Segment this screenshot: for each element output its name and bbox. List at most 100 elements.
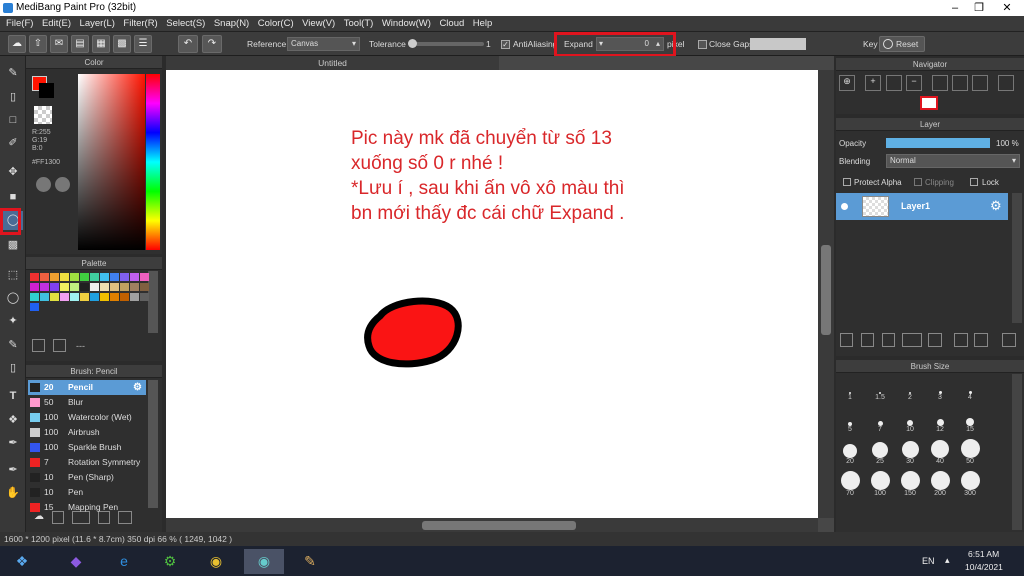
lock-checkbox[interactable] [970,178,978,186]
zoom-icon[interactable]: ⊕ [839,75,855,91]
palette-swatch[interactable] [110,273,119,281]
select-pen-icon[interactable]: ✎ [3,336,23,355]
brush-size-option[interactable]: 15 [956,408,984,433]
menu-edit[interactable]: Edit(E) [36,16,71,32]
layer-add-menu-icon[interactable] [902,333,922,347]
tray-expand-icon[interactable]: ▴ [945,555,950,566]
hue-slider[interactable] [146,74,160,250]
palette-swatch[interactable] [130,293,139,301]
opacity-slider[interactable] [886,138,990,148]
blending-select[interactable]: Normal ▾ [886,154,1020,168]
gear-icon[interactable]: ⚙ [990,198,1002,214]
antialiasing-checkbox[interactable]: ✓ [501,40,510,49]
palette-swatch[interactable] [80,283,89,291]
menu-cloud[interactable]: Cloud [433,16,464,32]
internet-explorer-icon[interactable]: e [104,549,144,574]
magic-wand-icon[interactable]: ✦ [3,312,23,331]
palette-swatch[interactable] [50,273,59,281]
brush-size-scrollbar[interactable] [1012,374,1022,530]
palette-swatch[interactable] [130,273,139,281]
palette-swatch[interactable] [100,283,109,291]
redo-icon[interactable]: ↷ [202,35,222,53]
brush-size-option[interactable]: 5 [836,408,864,433]
menu-filter[interactable]: Filter(R) [117,16,157,32]
palette-swatch[interactable] [40,273,49,281]
palette-swatch[interactable] [70,273,79,281]
rotate-right-icon[interactable] [972,75,988,91]
palette-swatch[interactable] [120,293,129,301]
medibang-taskbar-icon[interactable]: ◉ [244,549,284,574]
clipping-checkbox[interactable] [914,178,922,186]
palette-swatch[interactable] [90,273,99,281]
palette-swatch[interactable] [80,273,89,281]
palette-swatch[interactable] [100,293,109,301]
trash-icon[interactable] [1002,333,1016,347]
palette-swatch[interactable] [60,273,69,281]
brush-size-option[interactable]: 100 [866,471,894,497]
palette-swatch[interactable] [140,283,149,291]
menu-file[interactable]: File(F) [0,16,33,32]
palette-swatch[interactable] [50,293,59,301]
menu-layer[interactable]: Layer(L) [74,16,115,32]
visual-studio-icon[interactable]: ◆ [56,549,96,574]
drawing-canvas[interactable]: Pic này mk đã chuyển từ số 13 xuống số 0… [166,70,818,518]
brush-size-option[interactable]: 30 [896,440,924,465]
palette-swatch[interactable] [40,293,49,301]
palette-swatch[interactable] [50,283,59,291]
brush-tool-icon[interactable]: ✎ [3,64,23,83]
minimize-button[interactable]: – [944,0,966,16]
document-tab[interactable]: Untitled [166,56,499,70]
horizontal-scroll-thumb[interactable] [422,521,576,530]
brush-list-item[interactable]: 50 Blur [28,395,146,410]
eraser-tool-icon[interactable]: ▯ [3,88,23,107]
rotate-left-icon[interactable] [932,75,948,91]
brush-size-option[interactable]: 25 [866,440,894,465]
transparent-swatch[interactable] [34,106,52,124]
duplicate-layer-icon[interactable] [954,333,968,347]
fill-shape-icon[interactable]: ■ [3,188,23,207]
reference-select[interactable]: Canvas ▾ [287,37,360,51]
secondary-color-swatch[interactable] [39,83,54,98]
palette-swatch[interactable] [90,283,99,291]
divide-tool-icon[interactable]: ❖ [3,411,23,430]
grid-icon[interactable]: ▩ [113,35,131,53]
restore-button[interactable]: ❐ [968,0,990,16]
palette-swatch[interactable] [130,283,139,291]
list-icon[interactable]: ☰ [134,35,152,53]
comment-icon[interactable]: ✉ [50,35,68,53]
palette-swatch[interactable] [30,293,39,301]
paint-icon[interactable]: ✎ [290,549,330,574]
reset-button[interactable]: Reset [879,36,925,52]
zoom-out-icon[interactable]: − [906,75,922,91]
new-8bit-layer-icon[interactable] [882,333,895,347]
upload-icon[interactable]: ⇧ [29,35,47,53]
merge-layer-icon[interactable] [974,333,988,347]
palette-swatch[interactable] [30,303,39,311]
brush-list-item[interactable]: 15 Mapping Pen [28,500,146,515]
palette-swatch[interactable] [140,293,149,301]
text-tool-icon[interactable]: T [3,387,23,406]
clock-time[interactable]: 6:51 AM [968,549,999,559]
undo-icon[interactable]: ↶ [178,35,198,53]
menu-snap[interactable]: Snap(N) [208,16,249,32]
palette-swatch[interactable] [120,273,129,281]
eyedropper-icon[interactable]: ✒ [3,434,23,453]
select-tool-icon[interactable]: ⬚ [3,266,23,285]
menu-select[interactable]: Select(S) [160,16,205,32]
chrome-icon[interactable]: ◉ [196,549,236,574]
menu-color[interactable]: Color(C) [252,16,294,32]
navigator-thumbnail[interactable] [920,96,938,110]
language-indicator[interactable]: EN [922,556,935,566]
palette-swatch[interactable] [30,283,39,291]
gear-icon[interactable]: ⚙ [133,380,142,395]
menu-tool[interactable]: Tool(T) [338,16,374,32]
close-gaps-checkbox[interactable] [698,40,707,49]
dot-tool-icon[interactable]: ✐ [3,134,23,153]
eye-icon[interactable] [841,203,848,210]
close-gaps-field[interactable] [750,38,806,50]
menu-help[interactable]: Help [467,16,493,32]
brush-list-item[interactable]: 10 Pen [28,485,146,500]
windows-start-icon[interactable]: ❖ [2,549,42,574]
brush-size-option[interactable]: 1.5 [866,376,894,401]
palette-add-icon[interactable] [55,177,70,192]
